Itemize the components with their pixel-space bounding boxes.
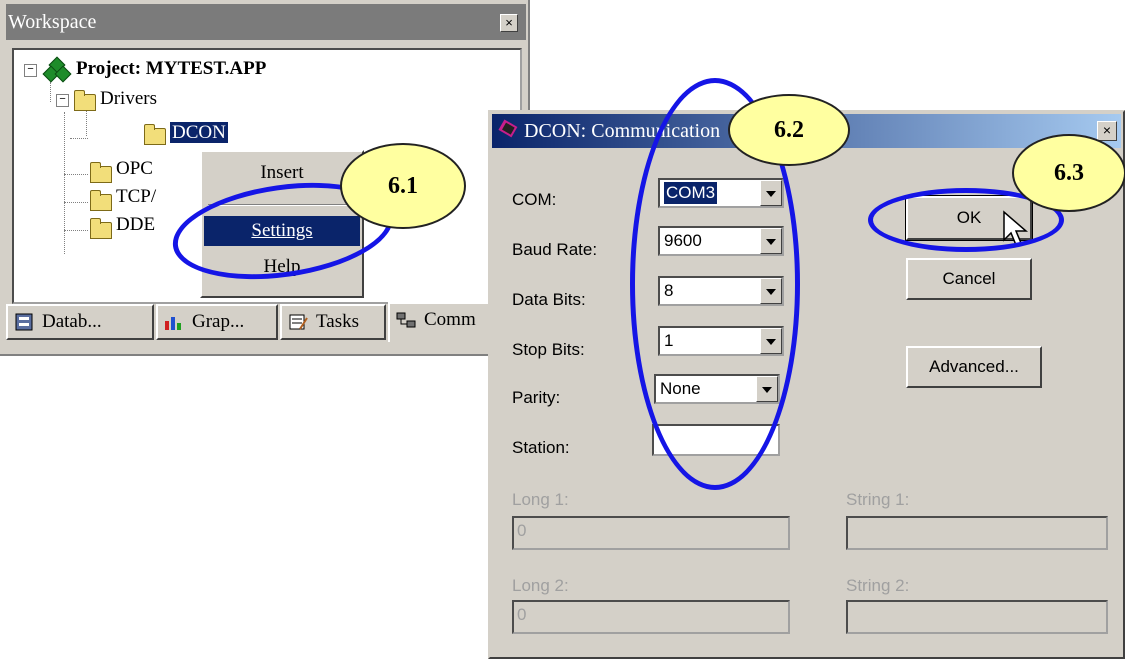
string1-label: String 1: [846,490,910,509]
long1-value: 0 [517,521,527,540]
long2-value: 0 [517,605,527,624]
workspace-title: Workspace [6,4,526,40]
string1-input [846,516,1108,550]
workspace-tabs: Datab... Grap... Tasks Comm [6,302,528,342]
folder-icon [144,124,166,145]
tree-item-drivers[interactable]: Drivers [100,88,157,110]
tab-graphics-label: Grap... [192,311,245,332]
long1-label: Long 1: [512,490,569,509]
stop-bits-label: Stop Bits: [512,340,585,359]
tab-database-label: Datab... [42,311,102,332]
cancel-button[interactable]: Cancel [906,258,1032,300]
collapse-drivers-toggle[interactable]: − [56,94,69,107]
string2-input [846,600,1108,634]
data-bits-label: Data Bits: [512,290,586,309]
dcon-chip-icon [498,119,518,138]
project-icon [42,56,72,83]
tab-tasks[interactable]: Tasks [280,304,386,340]
tree-item-dde[interactable]: DDE [116,214,155,236]
dialog-close-button[interactable]: × [1097,121,1117,141]
folder-icon [90,162,112,183]
tab-graphics[interactable]: Grap... [156,304,278,340]
baud-rate-label: Baud Rate: [512,240,598,259]
callout-step-6-3: 6.3 [1012,134,1125,212]
folder-open-icon [74,90,96,111]
folder-icon [90,190,112,211]
tree-item-opc[interactable]: OPC [116,158,153,180]
com-label: COM: [512,190,557,209]
collapse-project-toggle[interactable]: − [24,64,37,77]
tasks-icon [289,314,308,330]
database-icon [15,313,33,331]
callout-step-6-2: 6.2 [728,94,850,166]
callout-step-6-1: 6.1 [340,143,466,229]
tab-database[interactable]: Datab... [6,304,154,340]
station-label: Station: [512,438,570,457]
tab-communication-label: Comm [424,309,476,330]
long2-input: 0 [512,600,790,634]
long1-input: 0 [512,516,790,550]
graphics-icon [165,317,181,330]
tree-item-dcon[interactable]: DCON [169,121,229,144]
communication-icon [396,312,416,328]
workspace-close-button[interactable]: × [500,14,518,32]
parity-label: Parity: [512,388,561,407]
tree-item-project[interactable]: Project: MYTEST.APP [76,58,266,80]
advanced-button[interactable]: Advanced... [906,346,1042,388]
tab-tasks-label: Tasks [316,311,360,332]
folder-icon [90,218,112,239]
string2-label: String 2: [846,576,910,595]
tree-item-tcp[interactable]: TCP/ [116,186,156,208]
long2-label: Long 2: [512,576,569,595]
